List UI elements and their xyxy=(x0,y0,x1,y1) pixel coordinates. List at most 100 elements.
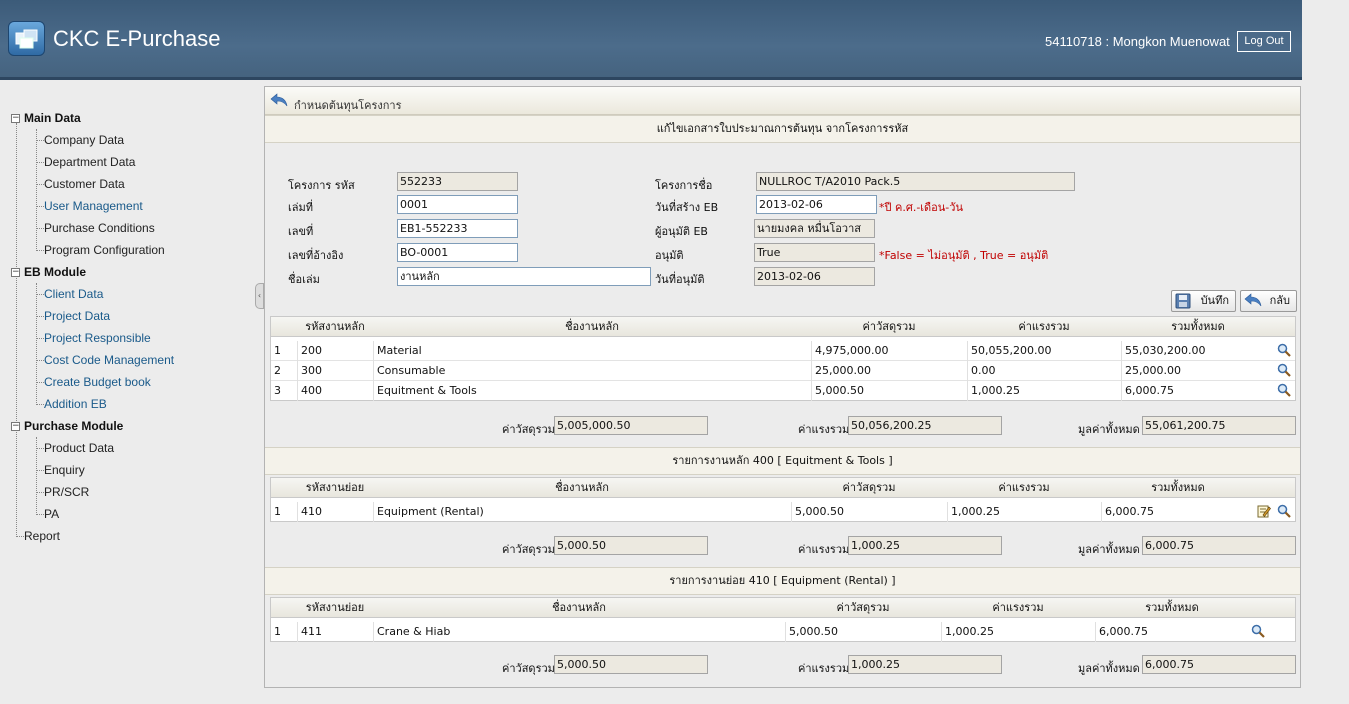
tree-branch xyxy=(37,404,44,405)
main-items-grid: รหัสงานหลัก ชื่องานหลัก ค่าวัสดุรวม ค่าแ… xyxy=(270,316,1296,401)
row-index: 2 xyxy=(274,364,281,377)
row-index: 3 xyxy=(274,384,281,397)
approved-hint: *False = ไม่อนุมัติ , True = อนุมัติ xyxy=(879,249,1049,262)
tree-branch xyxy=(37,382,44,383)
col-index-header xyxy=(271,598,297,618)
tree-branch xyxy=(17,536,24,537)
tree-branch xyxy=(37,162,44,163)
sidebar-item-department-data[interactable]: Department Data xyxy=(44,155,135,169)
table-row[interactable]: 3 400 Equitment & Tools 5,000.50 1,000.2… xyxy=(271,381,1295,401)
sidebar-item-company-data[interactable]: Company Data xyxy=(44,133,124,147)
project-name-label: โครงการชื่อ xyxy=(655,179,713,192)
tree-branch xyxy=(37,448,44,449)
material-total-field: 5,000.50 xyxy=(554,536,708,555)
row-total: 6,000.75 xyxy=(1101,502,1255,522)
col-material-header: ค่าวัสดุรวม xyxy=(842,481,896,494)
sidebar-item-purchase-conditions[interactable]: Purchase Conditions xyxy=(44,221,155,235)
save-button[interactable]: บันทึก xyxy=(1171,290,1236,312)
col-total-header: รวมทั้งหมด xyxy=(1171,320,1225,333)
magnifier-icon[interactable] xyxy=(1277,363,1291,377)
labor-total-field: 1,000.25 xyxy=(848,655,1002,674)
sidebar-item-product-data[interactable]: Product Data xyxy=(44,441,114,455)
date-format-hint: *ปี ค.ศ.-เดือน-วัน xyxy=(879,201,963,214)
collapse-toggle-icon[interactable]: − xyxy=(11,268,20,277)
sidebar-item-program-configuration[interactable]: Program Configuration xyxy=(44,243,165,257)
table-row[interactable]: 1 200 Material 4,975,000.00 50,055,200.0… xyxy=(271,341,1295,361)
row-name: Consumable xyxy=(373,361,811,381)
row-code: 410 xyxy=(297,502,373,522)
book-name-label: ชื่อเล่ม xyxy=(288,273,320,286)
sidebar-item-cost-code-management[interactable]: Cost Code Management xyxy=(44,353,174,367)
sidebar-item-addition-eb[interactable]: Addition EB xyxy=(44,397,107,411)
labor-total-field: 50,056,200.25 xyxy=(848,416,1002,435)
sidebar-item-pa[interactable]: PA xyxy=(44,507,59,521)
sidebar-group-eb-module[interactable]: EB Module xyxy=(24,265,86,279)
material-total-label: ค่าวัสดุรวม xyxy=(502,423,555,436)
row-name: Equitment & Tools xyxy=(373,381,811,401)
collapse-toggle-icon[interactable]: − xyxy=(11,422,20,431)
col-material-header: ค่าวัสดุรวม xyxy=(862,320,916,333)
col-index-header xyxy=(271,478,297,498)
row-code: 400 xyxy=(297,381,373,401)
magnifier-icon[interactable] xyxy=(1251,624,1265,638)
back-arrow-icon xyxy=(270,93,288,107)
material-total-field: 5,005,000.50 xyxy=(554,416,708,435)
detail-items-grid: รหัสงานย่อย ชื่องานหลัก ค่าวัสดุรวม ค่าแ… xyxy=(270,597,1296,642)
collapse-toggle-icon[interactable]: − xyxy=(11,114,20,123)
save-button-label: บันทึก xyxy=(1200,294,1229,307)
panel-title: กำหนดต้นทุนโครงการ xyxy=(294,99,402,112)
magnifier-icon[interactable] xyxy=(1277,383,1291,397)
col-name-header: ชื่องานหลัก xyxy=(565,320,619,333)
edit-icon[interactable] xyxy=(1257,504,1271,518)
row-name: Equipment (Rental) xyxy=(373,502,791,522)
row-labor: 1,000.25 xyxy=(941,622,1095,642)
app-title: CKC E-Purchase xyxy=(53,26,221,51)
main-panel: กำหนดต้นทุนโครงการ แก้ไขเอกสารใบประมาณกา… xyxy=(264,86,1301,688)
tree-guide xyxy=(36,129,37,251)
approved-field: True xyxy=(754,243,875,262)
logout-button[interactable]: Log Out xyxy=(1237,31,1291,52)
magnifier-icon[interactable] xyxy=(1277,343,1291,357)
sidebar-item-pr-scr[interactable]: PR/SCR xyxy=(44,485,89,499)
sidebar-item-enquiry[interactable]: Enquiry xyxy=(44,463,85,477)
sidebar-item-project-responsible[interactable]: Project Responsible xyxy=(44,331,151,345)
number-input[interactable]: EB1-552233 xyxy=(397,219,518,238)
section-title-edit: แก้ไขเอกสารใบประมาณการต้นทุน จากโครงการร… xyxy=(265,115,1300,143)
back-arrow-icon xyxy=(1244,293,1262,307)
col-name-header: ชื่องานหลัก xyxy=(555,481,609,494)
magnifier-icon[interactable] xyxy=(1277,504,1291,518)
row-labor: 1,000.25 xyxy=(967,381,1121,401)
project-name-field: NULLROC T/A2010 Pack.5 xyxy=(756,172,1075,191)
table-row[interactable]: 1 410 Equipment (Rental) 5,000.50 1,000.… xyxy=(271,502,1295,522)
approver-label: ผู้อนุมัติ EB xyxy=(655,225,708,238)
sidebar-group-main-data[interactable]: Main Data xyxy=(24,111,81,125)
sidebar-item-client-data[interactable]: Client Data xyxy=(44,287,103,301)
row-labor: 50,055,200.00 xyxy=(967,341,1121,361)
table-row[interactable]: 2 300 Consumable 25,000.00 0.00 25,000.0… xyxy=(271,361,1295,381)
sidebar-item-create-budget-book[interactable]: Create Budget book xyxy=(44,375,151,389)
sidebar-collapse-handle[interactable]: ‹ xyxy=(255,283,264,309)
grand-total-field: 6,000.75 xyxy=(1142,655,1296,674)
volume-input[interactable]: 0001 xyxy=(397,195,518,214)
sidebar-item-project-data[interactable]: Project Data xyxy=(44,309,110,323)
sidebar-item-report[interactable]: Report xyxy=(24,529,60,543)
back-button[interactable]: กลับ xyxy=(1240,290,1297,312)
table-row[interactable]: 1 411 Crane & Hiab 5,000.50 1,000.25 6,0… xyxy=(271,622,1295,642)
grid-header: รหัสงานย่อย ชื่องานหลัก ค่าวัสดุรวม ค่าแ… xyxy=(271,478,1295,498)
row-name: Crane & Hiab xyxy=(373,622,785,642)
sidebar-item-customer-data[interactable]: Customer Data xyxy=(44,177,125,191)
sidebar-group-purchase-module[interactable]: Purchase Module xyxy=(24,419,123,433)
section-title-sub-item: รายการงานย่อย 410 [ Equipment (Rental) ] xyxy=(265,567,1300,595)
row-index: 1 xyxy=(274,505,281,518)
created-date-input[interactable]: 2013-02-06 xyxy=(756,195,877,214)
ref-label: เลขที่อ้างอิง xyxy=(288,249,344,262)
sidebar-item-user-management[interactable]: User Management xyxy=(44,199,143,213)
ref-input[interactable]: BO-0001 xyxy=(397,243,518,262)
project-code-field: 552233 xyxy=(397,172,518,191)
tree-branch xyxy=(37,250,44,251)
col-index-header xyxy=(271,317,297,337)
book-name-input[interactable]: งานหลัก xyxy=(397,267,651,286)
row-material: 25,000.00 xyxy=(811,361,967,381)
row-material: 5,000.50 xyxy=(785,622,941,642)
section-title-main-item: รายการงานหลัก 400 [ Equitment & Tools ] xyxy=(265,447,1300,475)
